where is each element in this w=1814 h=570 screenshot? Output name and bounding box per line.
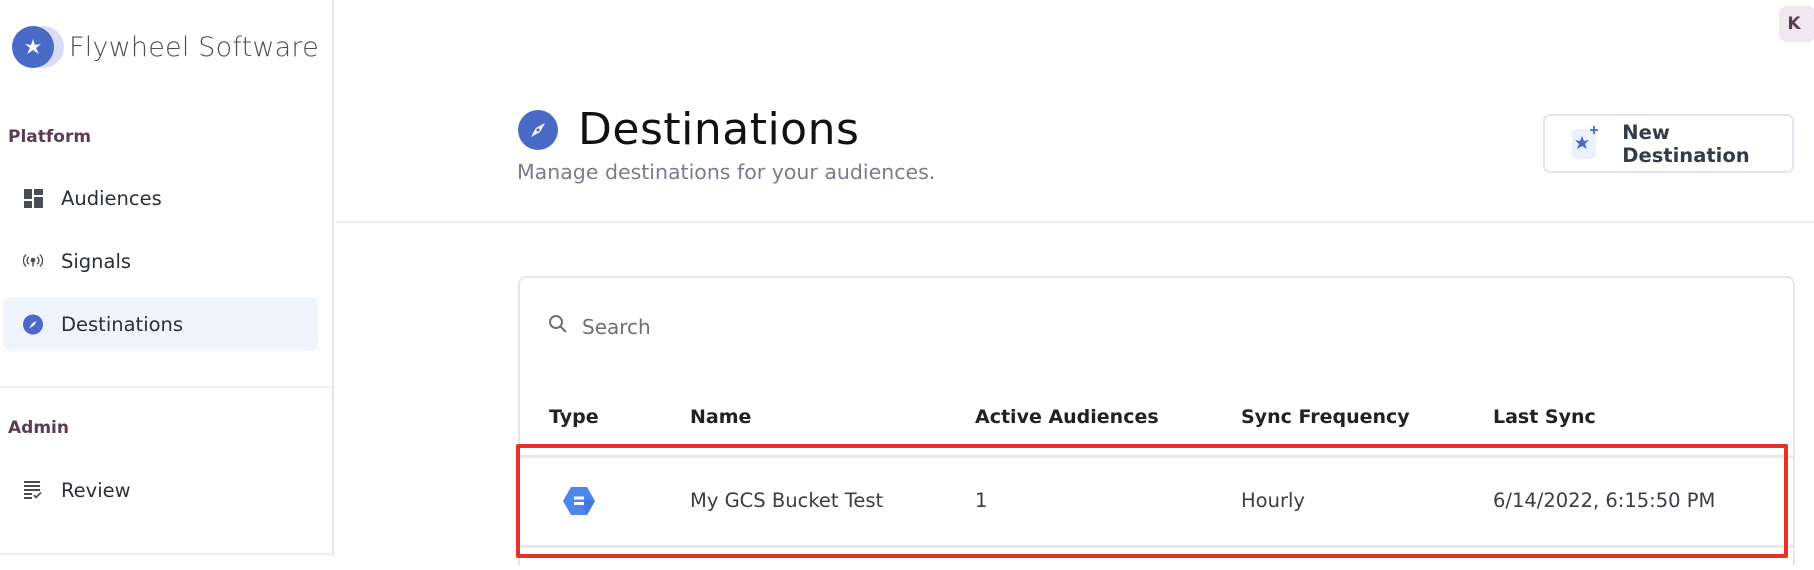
dashboard-icon [23, 188, 43, 208]
sidebar-item-label: Destinations [61, 312, 184, 336]
cell-last-sync: 6/14/2022, 6:15:50 PM [1493, 489, 1716, 512]
section-label-platform: Platform [8, 127, 92, 147]
checklist-icon [23, 480, 43, 500]
sidebar-item-signals[interactable]: Signals [3, 234, 318, 288]
column-header-name[interactable]: Name [690, 406, 751, 428]
sidebar: Flywheel Software Platform Audiences Sig… [0, 0, 334, 556]
sidebar-item-audiences[interactable]: Audiences [3, 171, 318, 225]
cell-sync-frequency: Hourly [1241, 489, 1305, 512]
page-title: Destinations [578, 104, 860, 155]
sidebar-bottom-divider [0, 553, 334, 555]
cell-name[interactable]: My GCS Bucket Test [690, 489, 883, 512]
column-header-type[interactable]: Type [549, 406, 599, 428]
brand-logo[interactable]: Flywheel Software [12, 26, 319, 68]
sidebar-item-label: Review [61, 478, 131, 502]
user-avatar[interactable]: K [1779, 6, 1814, 42]
row-divider [520, 455, 1793, 458]
new-destination-label: New Destination [1622, 120, 1750, 167]
cell-active-audiences: 1 [975, 489, 988, 512]
row-divider [520, 545, 1793, 548]
sparkle-plus-icon [1572, 125, 1598, 159]
sidebar-item-label: Audiences [61, 186, 162, 210]
new-destination-button[interactable]: New Destination [1543, 114, 1794, 173]
sidebar-item-destinations[interactable]: Destinations [3, 297, 318, 351]
sidebar-divider [0, 386, 332, 388]
page-subtitle: Manage destinations for your audiences. [517, 160, 936, 184]
column-header-last-sync[interactable]: Last Sync [1493, 406, 1596, 428]
sidebar-item-label: Signals [61, 249, 132, 273]
column-header-sync-frequency[interactable]: Sync Frequency [1241, 406, 1410, 428]
google-cloud-storage-icon [563, 487, 595, 520]
search-bar[interactable] [548, 314, 1182, 339]
flywheel-logo-icon [12, 26, 64, 68]
header-divider [335, 221, 1814, 223]
sidebar-item-review[interactable]: Review [3, 463, 318, 517]
column-header-active-audiences[interactable]: Active Audiences [975, 406, 1159, 428]
page-header: Destinations [518, 104, 859, 155]
section-label-admin: Admin [8, 418, 69, 438]
compass-icon [23, 314, 43, 334]
search-icon [548, 314, 568, 339]
broadcast-icon [23, 251, 43, 271]
compass-icon [518, 109, 558, 150]
search-input[interactable] [582, 314, 1182, 339]
brand-name: Flywheel Software [69, 31, 319, 63]
